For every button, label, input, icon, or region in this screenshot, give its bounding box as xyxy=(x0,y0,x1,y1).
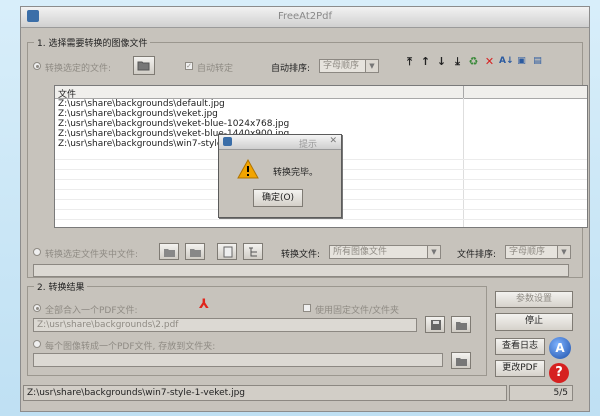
tree-icon xyxy=(249,247,257,257)
open-folder-button[interactable] xyxy=(159,243,179,260)
folder-icon xyxy=(164,249,175,257)
file-sort-label: 文件排序: xyxy=(457,250,497,260)
list-item[interactable]: Z:\usr\share\backgrounds\veket.jpg xyxy=(55,109,587,119)
move-up-icon[interactable]: ↑ xyxy=(419,55,432,68)
pdf-icon: ⅄ xyxy=(199,297,209,312)
browse-output-button[interactable] xyxy=(451,316,471,333)
folder-open-icon xyxy=(456,358,467,366)
move-bottom-icon[interactable]: ⤓ xyxy=(451,55,464,68)
title-bar: FreeAt2Pdf xyxy=(21,7,589,28)
auto-rotate-checkbox[interactable]: ✓ xyxy=(185,62,193,70)
view-log-button[interactable]: 查看日志 xyxy=(495,338,545,355)
dialog-title-bar: 提示 ✕ xyxy=(219,135,341,150)
folder-path-input[interactable] xyxy=(33,264,569,277)
chevron-down-icon: ▼ xyxy=(557,246,570,258)
section2-title: 2. 转换结果 xyxy=(34,280,88,293)
window-title: FreeAt2Pdf xyxy=(277,11,333,22)
file-list-header: 文件 xyxy=(55,86,587,100)
list-item[interactable]: Z:\usr\share\backgrounds\default.jpg xyxy=(55,99,587,109)
output-pdf-input[interactable]: Z:\usr\share\backgrounds\2.pdf xyxy=(33,318,417,332)
status-current-file: Z:\usr\share\backgrounds\win7-style-1-ve… xyxy=(23,385,507,401)
auto-sort-select[interactable]: 字母顺序 ▼ xyxy=(319,59,379,73)
radio-each-pdf[interactable] xyxy=(33,340,41,348)
about-icon[interactable]: A xyxy=(549,337,571,359)
sort-az-icon[interactable]: A↓ xyxy=(499,55,514,68)
radio-merge-label: 全部合入一个PDF文件: xyxy=(45,306,138,316)
output-folder-input[interactable] xyxy=(33,353,443,367)
move-down-icon[interactable]: ↓ xyxy=(435,55,448,68)
status-progress: 5/5 xyxy=(509,385,573,401)
invert-selection-icon[interactable]: ▤ xyxy=(531,55,544,68)
close-icon[interactable]: ✕ xyxy=(329,136,337,146)
file-type-select[interactable]: 所有图像文件 ▼ xyxy=(329,245,441,259)
doc-button[interactable] xyxy=(217,243,237,260)
tree-button[interactable] xyxy=(243,243,263,260)
auto-rotate-label: 自动转定 xyxy=(197,64,234,74)
help-icon[interactable]: ? xyxy=(549,363,569,383)
radio-each-label: 每个图像转成一个PDF文件, 存放到文件夹: xyxy=(45,342,216,352)
radio-convert-files-label: 转换选定的文件: xyxy=(45,64,112,74)
use-fixed-label: 使用固定文件/文件夹 xyxy=(315,306,400,316)
ok-button[interactable]: 确定(O) xyxy=(253,189,303,207)
move-top-icon[interactable]: ⤒ xyxy=(403,55,416,68)
file-sort-select[interactable]: 字母顺序 ▼ xyxy=(505,245,571,259)
params-button[interactable]: 参数设置 xyxy=(495,291,573,308)
status-bar: Z:\usr\share\backgrounds\win7-style-1-ve… xyxy=(21,385,589,403)
dialog-title: 提示 xyxy=(298,140,317,150)
list-item[interactable]: Z:\usr\share\backgrounds\veket-blue-1024… xyxy=(55,119,587,129)
save-file-button[interactable] xyxy=(425,316,445,333)
folder-open-icon xyxy=(137,61,150,71)
save-icon xyxy=(431,320,441,330)
dialog-message: 转换完毕。 xyxy=(273,168,319,178)
browse-folder-button[interactable] xyxy=(451,352,471,369)
auto-sort-label: 自动排序: xyxy=(271,64,311,74)
convert-files-label: 转换文件: xyxy=(281,250,321,260)
file-sort-value: 字母顺序 xyxy=(509,247,546,257)
chevron-down-icon: ▼ xyxy=(427,246,440,258)
select-all-icon[interactable]: ▣ xyxy=(515,55,528,68)
stop-button[interactable]: 停止 xyxy=(495,313,573,331)
completion-dialog: 提示 ✕ 转换完毕。 确定(O) xyxy=(218,134,342,218)
use-fixed-checkbox[interactable] xyxy=(303,304,311,312)
file-type-value: 所有图像文件 xyxy=(333,247,388,257)
delete-icon[interactable]: ✕ xyxy=(483,55,496,68)
document-icon xyxy=(223,246,233,258)
warning-icon xyxy=(237,159,259,179)
add-folder-button[interactable] xyxy=(185,243,205,260)
radio-convert-folder[interactable] xyxy=(33,248,41,256)
radio-convert-folder-label: 转换选定文件夹中文件: xyxy=(45,250,139,260)
folder-open-icon xyxy=(456,322,467,330)
update-pdf-button[interactable]: 更改PDF xyxy=(495,360,545,377)
clear-list-icon[interactable]: ♻ xyxy=(467,55,480,68)
radio-convert-files[interactable] xyxy=(33,62,41,70)
radio-merge-single-pdf[interactable] xyxy=(33,304,41,312)
open-files-button[interactable] xyxy=(133,56,155,75)
chevron-down-icon: ▼ xyxy=(365,60,378,72)
auto-sort-value: 字母顺序 xyxy=(323,61,360,71)
folder-add-icon xyxy=(190,249,201,257)
section1-title: 1. 选择需要转换的图像文件 xyxy=(34,36,151,49)
